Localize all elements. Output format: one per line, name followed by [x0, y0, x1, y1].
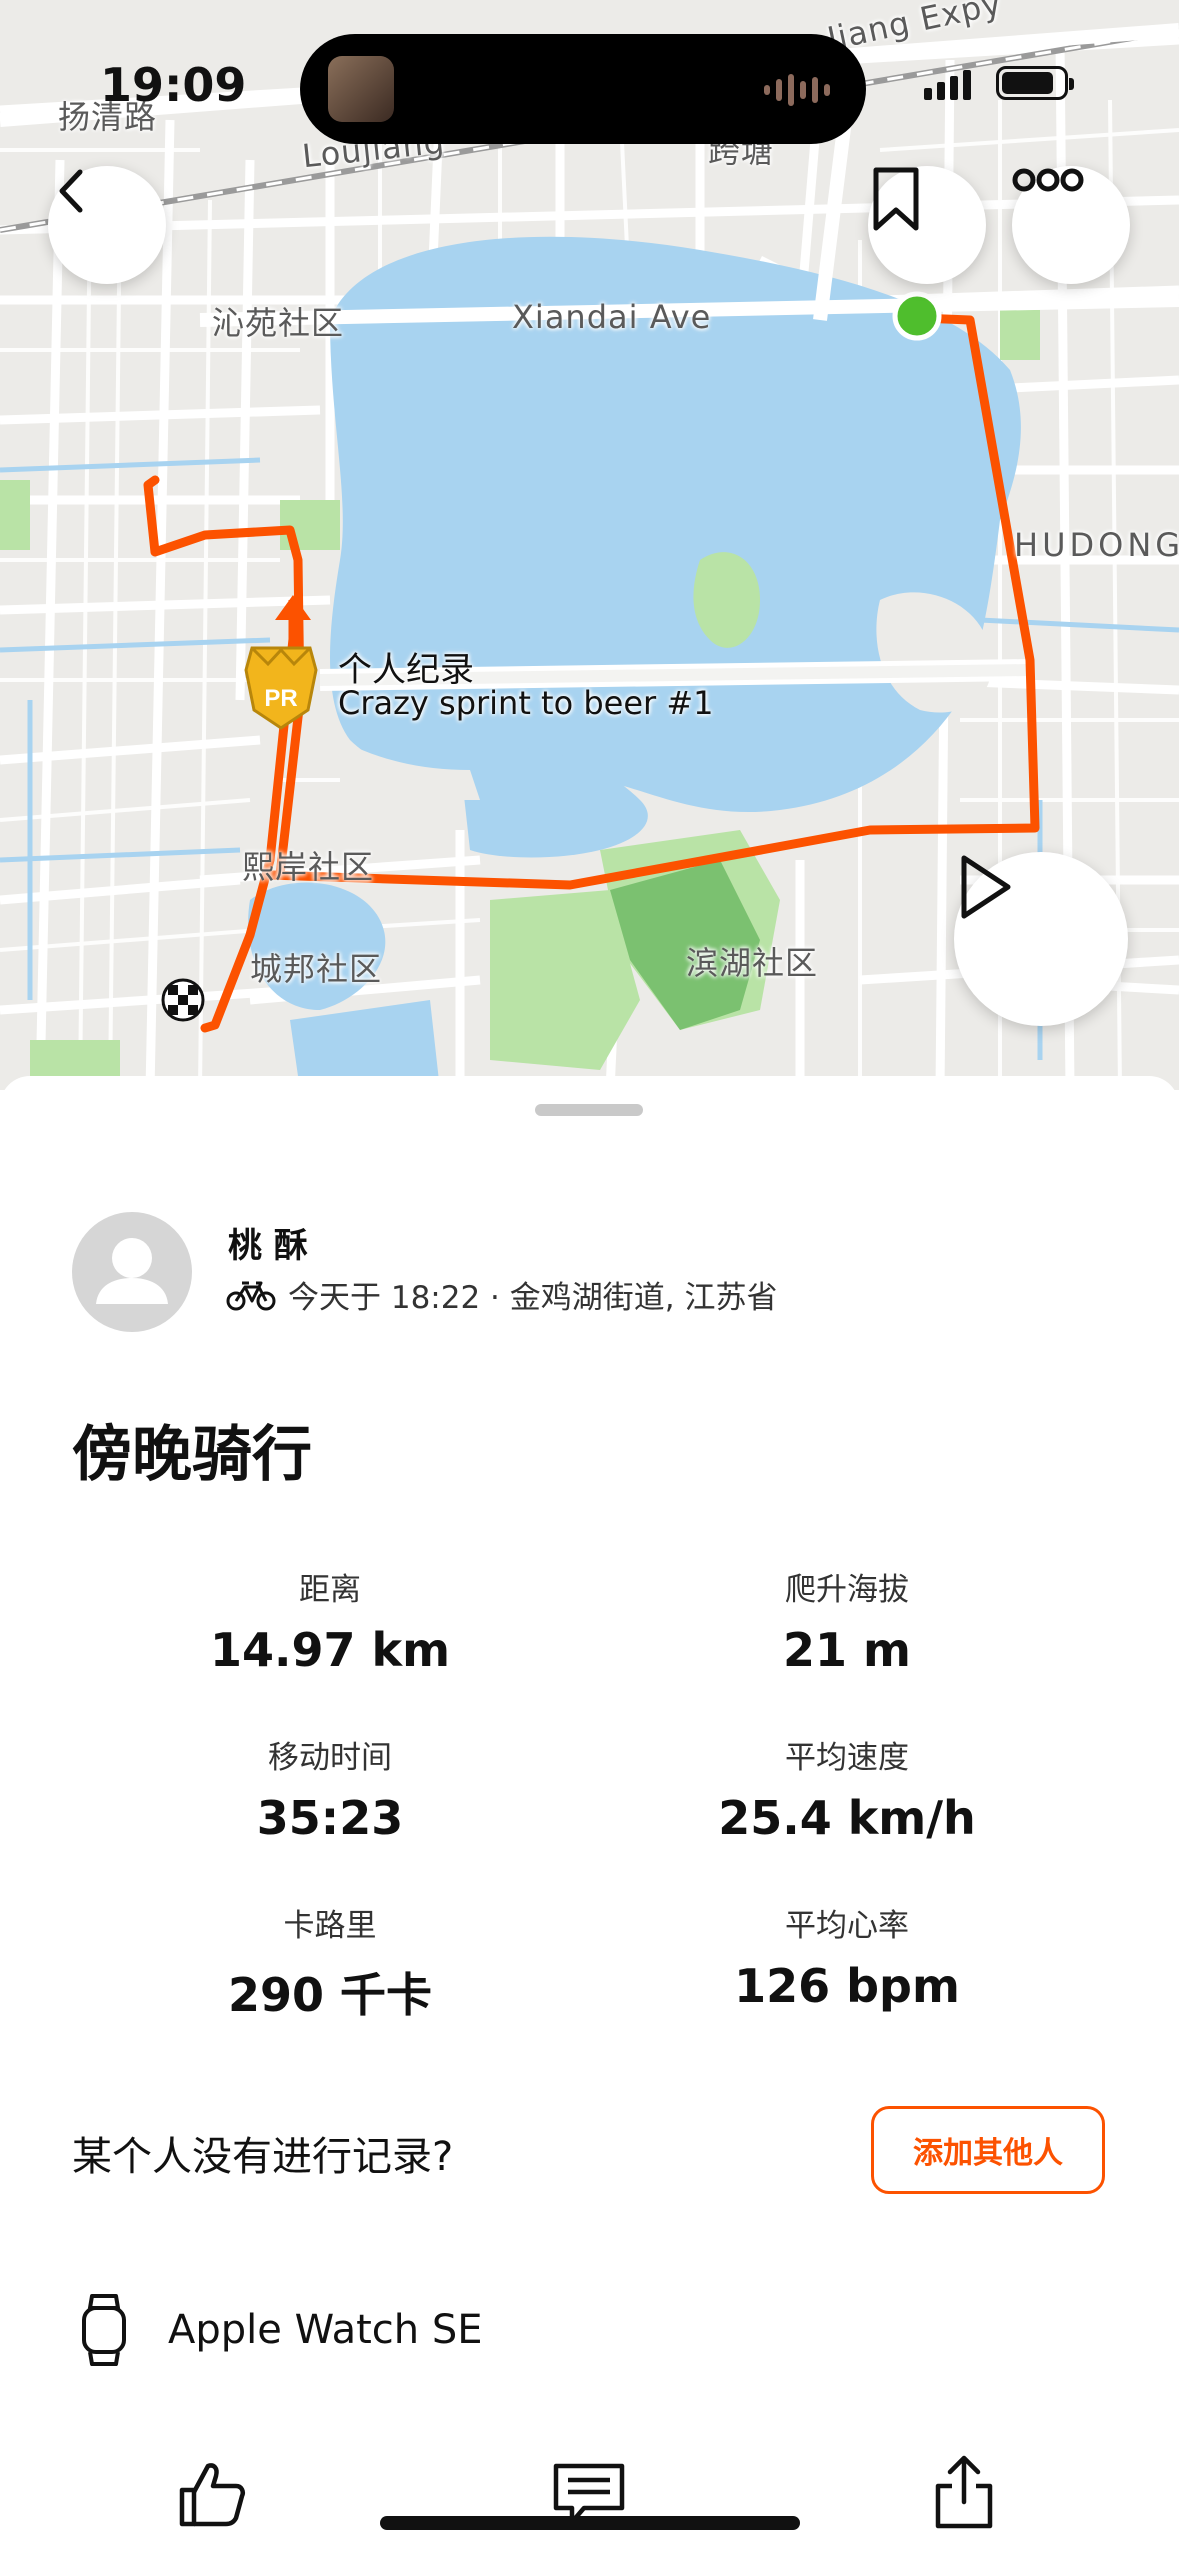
stat-moving-time: 移动时间 35:23: [130, 1732, 530, 1845]
map-label-chengbang: 城邦社区: [250, 950, 383, 988]
stat-label: 爬升海拔: [785, 1572, 909, 1608]
kudos-button[interactable]: [176, 2458, 248, 2534]
add-others-button[interactable]: 添加其他人: [871, 2106, 1105, 2194]
thumbs-up-icon: [179, 2463, 245, 2527]
activity-date-location: 今天于 18:22 · 金鸡湖街道, 江苏省: [288, 1280, 778, 1316]
stat-value: 14.97 km: [209, 1623, 451, 1677]
route-map[interactable]: PR 扬清路 Loujiang 跨塘 Jiang Expy 沁苑社区 Xiand…: [0, 0, 1179, 1090]
status-time: 19:09: [100, 58, 247, 112]
play-icon: [961, 855, 1011, 919]
share-icon: [935, 2455, 993, 2529]
back-button[interactable]: [48, 166, 166, 284]
stat-value: 21 m: [783, 1623, 911, 1677]
stat-value: 290 千卡: [227, 1968, 433, 2022]
stat-label: 移动时间: [268, 1740, 392, 1776]
pr-segment-name[interactable]: Crazy sprint to beer #1: [338, 684, 714, 722]
device-row[interactable]: Apple Watch SE: [78, 2292, 483, 2368]
stat-label: 平均速度: [785, 1740, 909, 1776]
now-playing-artwork: [328, 56, 394, 122]
stat-value: 25.4 km/h: [718, 1791, 976, 1845]
dynamic-island[interactable]: [300, 34, 866, 144]
share-button[interactable]: [932, 2452, 996, 2536]
stat-avg-speed: 平均速度 25.4 km/h: [647, 1732, 1047, 1845]
map-label-binhu: 滨湖社区: [686, 944, 819, 982]
stat-calories: 卡路里 290 千卡: [130, 1900, 530, 2025]
stat-avg-heart-rate: 平均心率 126 bpm: [647, 1900, 1047, 2013]
map-label-qinyuan: 沁苑社区: [212, 304, 345, 342]
stat-elevation: 爬升海拔 21 m: [647, 1564, 1047, 1677]
someone-missing-text: 某个人没有进行记录?: [72, 2134, 454, 2180]
sheet-handle[interactable]: [535, 1104, 643, 1116]
stat-value: 126 bpm: [734, 1959, 960, 2013]
stat-label: 卡路里: [283, 1908, 377, 1944]
home-indicator[interactable]: [380, 2516, 800, 2530]
user-placeholder-icon: [96, 1238, 168, 1304]
pr-badge-text: PR: [264, 685, 297, 712]
activity-title: 傍晚骑行: [72, 1420, 312, 1490]
device-name: Apple Watch SE: [168, 2307, 483, 2353]
watch-icon: [82, 2294, 126, 2366]
bookmark-button[interactable]: [868, 166, 986, 284]
stat-label: 平均心率: [785, 1908, 909, 1944]
bike-icon: [226, 1281, 276, 1310]
signal-icon: [924, 70, 971, 100]
audio-wave-icon: [764, 74, 830, 106]
map-label-hudong: HUDONG: [1014, 526, 1179, 564]
more-icon: [1012, 168, 1084, 192]
more-button[interactable]: [1012, 166, 1130, 284]
battery-icon: [996, 66, 1074, 100]
stat-distance: 距离 14.97 km: [130, 1564, 530, 1677]
map-label-xian: 熙岸社区: [242, 848, 375, 886]
activity-meta: 今天于 18:22 · 金鸡湖街道, 江苏省: [226, 1272, 777, 1317]
avatar[interactable]: [72, 1212, 192, 1332]
activity-sheet: 桃 酥 今天于 18:22 · 金鸡湖街道, 江苏省 傍晚骑行 距离 14.97…: [0, 1076, 1179, 2556]
play-flyover-button[interactable]: [954, 852, 1128, 1026]
stat-value: 35:23: [256, 1791, 404, 1845]
stat-label: 距离: [299, 1572, 361, 1608]
athlete-name[interactable]: 桃 酥: [228, 1218, 308, 1267]
map-label-xiandai: Xiandai Ave: [512, 298, 712, 336]
chevron-left-icon: [59, 169, 83, 213]
bookmark-icon: [873, 167, 919, 231]
